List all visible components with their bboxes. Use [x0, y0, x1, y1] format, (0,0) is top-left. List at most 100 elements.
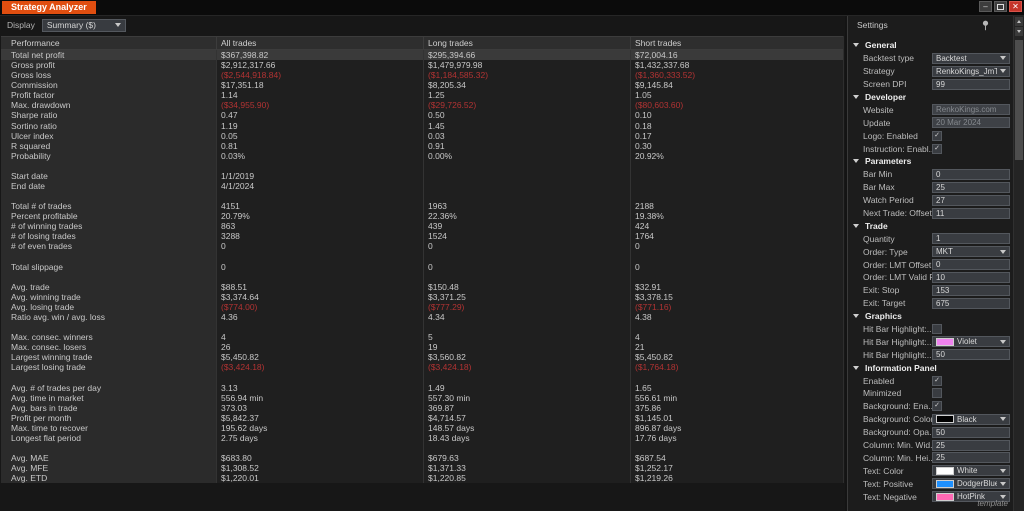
input-field[interactable]: 99 [932, 79, 1010, 90]
table-row[interactable]: # of winning trades863439424 [1, 221, 843, 231]
row-label: Avg. winning trade [1, 292, 216, 302]
table-row[interactable]: Probability0.03%0.00%20.92% [1, 151, 843, 161]
table-row[interactable]: # of even trades000 [1, 241, 843, 251]
input-field[interactable]: 0 [932, 169, 1010, 180]
settings-section-trade[interactable]: Trade [848, 219, 1014, 232]
dropdown[interactable]: RenkoKings_JmTR [932, 66, 1010, 77]
dropdown-value: White [957, 466, 997, 475]
scrollbar-down-icon[interactable] [1015, 27, 1023, 36]
row-value-short: 375.86 [630, 403, 843, 413]
table-row[interactable]: # of losing trades328815241764 [1, 231, 843, 241]
table-row[interactable]: Start date1/1/2019 [1, 171, 843, 181]
column-header-short-trades[interactable]: Short trades [630, 37, 843, 49]
table-row[interactable]: Total # of trades415119632188 [1, 201, 843, 211]
settings-section-information-panel[interactable]: Information Panel [848, 361, 1014, 374]
color-swatch [936, 480, 954, 488]
row-value-all: ($2,544,918.84) [216, 70, 423, 80]
input-field[interactable]: 50 [932, 427, 1010, 438]
dropdown[interactable]: White [932, 465, 1010, 476]
table-row[interactable]: Avg. losing trade($774.00)($777.29)($771… [1, 302, 843, 312]
column-header-all-trades[interactable]: All trades [216, 37, 423, 49]
settings-section-developer[interactable]: Developer [848, 91, 1014, 104]
input-field[interactable]: 10 [932, 272, 1010, 283]
restore-button[interactable] [994, 1, 1007, 12]
checkbox[interactable]: ✓ [932, 376, 942, 386]
table-row[interactable]: Gross profit$2,912,317.66$1,479,979.98$1… [1, 60, 843, 70]
row-value-short: 1764 [630, 231, 843, 241]
table-row[interactable]: Max. time to recover195.62 days148.57 da… [1, 423, 843, 433]
window-tab-strategy-analyzer[interactable]: Strategy Analyzer [2, 1, 96, 14]
scrollbar-thumb[interactable] [1015, 40, 1023, 160]
table-row[interactable]: Avg. MAE$683.80$679.63$687.54 [1, 453, 843, 463]
table-row[interactable]: Max. consec. losers261921 [1, 342, 843, 352]
section-label: General [865, 40, 897, 50]
checkbox[interactable] [932, 324, 942, 334]
table-row[interactable]: Longest flat period2.75 days18.43 days17… [1, 433, 843, 443]
table-row[interactable]: Percent profitable20.79%22.36%19.38% [1, 211, 843, 221]
input-field[interactable]: 25 [932, 440, 1010, 451]
scrollbar-up-icon[interactable] [1015, 17, 1023, 26]
input-field[interactable]: 50 [932, 349, 1010, 360]
input-field[interactable]: 11 [932, 208, 1010, 219]
column-header-long-trades[interactable]: Long trades [423, 37, 630, 49]
table-row[interactable]: Gross loss($2,544,918.84)($1,184,585.32)… [1, 70, 843, 80]
table-row[interactable]: Largest winning trade$5,450.82$3,560.82$… [1, 352, 843, 362]
setting-label: Update [848, 118, 932, 128]
input-field[interactable]: 1 [932, 233, 1010, 244]
table-row[interactable]: Total net profit$367,398.82$295,394.66$7… [1, 50, 843, 60]
row-value-all: ($34,955.90) [216, 100, 423, 110]
chevron-down-icon [115, 23, 121, 27]
table-row[interactable]: Avg. time in market556.94 min557.30 min5… [1, 393, 843, 403]
table-row[interactable]: Ulcer index0.050.030.17 [1, 131, 843, 141]
settings-section-general[interactable]: General [848, 39, 1014, 52]
template-link[interactable]: template [977, 499, 1008, 508]
table-row[interactable]: Avg. # of trades per day3.131.491.65 [1, 383, 843, 393]
checkbox[interactable]: ✓ [932, 401, 942, 411]
checkbox[interactable]: ✓ [932, 131, 942, 141]
table-row[interactable]: Avg. winning trade$3,374.64$3,371.25$3,3… [1, 292, 843, 302]
table-row[interactable]: Avg. trade$88.51$150.48$32.91 [1, 282, 843, 292]
display-select[interactable]: Summary ($) [42, 19, 126, 32]
checkbox[interactable]: ✓ [932, 144, 942, 154]
table-row[interactable]: Avg. bars in trade373.03369.87375.86 [1, 403, 843, 413]
table-row[interactable]: Total slippage000 [1, 262, 843, 272]
table-row[interactable]: Max. drawdown($34,955.90)($29,726.52)($8… [1, 100, 843, 110]
pin-icon[interactable] [981, 20, 990, 31]
table-row[interactable]: End date4/1/2024 [1, 181, 843, 191]
checkbox[interactable] [932, 388, 942, 398]
dropdown[interactable]: Violet [932, 336, 1010, 347]
table-row[interactable]: Profit per month$5,842.37$4,714.57$1,145… [1, 413, 843, 423]
dropdown[interactable]: Backtest [932, 53, 1010, 64]
table-row[interactable]: Sharpe ratio0.470.500.10 [1, 110, 843, 120]
input-field[interactable]: 153 [932, 285, 1010, 296]
input-field[interactable]: 675 [932, 298, 1010, 309]
section-label: Developer [865, 92, 906, 102]
table-row[interactable]: Avg. ETD$1,220.01$1,220.85$1,219.26 [1, 473, 843, 483]
setting-control: Backtest [932, 53, 1010, 64]
column-header-performance[interactable]: Performance [1, 37, 216, 49]
settings-section-graphics[interactable]: Graphics [848, 310, 1014, 323]
dropdown[interactable]: DodgerBlue [932, 478, 1010, 489]
dropdown[interactable]: MKT [932, 246, 1010, 257]
minimize-button[interactable]: – [979, 1, 992, 12]
close-button[interactable]: ✕ [1009, 1, 1022, 12]
table-row[interactable]: Commission$17,351.18$8,205.34$9,145.84 [1, 80, 843, 90]
table-row[interactable]: Largest losing trade($3,424.18)($3,424.1… [1, 362, 843, 372]
table-row[interactable]: Profit factor1.141.251.05 [1, 90, 843, 100]
input-field[interactable]: 0 [932, 259, 1010, 270]
row-value-long: 1524 [423, 231, 630, 241]
settings-scrollbar[interactable] [1013, 16, 1024, 511]
table-row[interactable]: Sortino ratio1.191.450.18 [1, 121, 843, 131]
table-row[interactable]: Ratio avg. win / avg. loss4.364.344.38 [1, 312, 843, 322]
settings-section-parameters[interactable]: Parameters [848, 155, 1014, 168]
setting-control: ✓ [932, 131, 1010, 141]
input-field[interactable]: 25 [932, 182, 1010, 193]
dropdown[interactable]: Black [932, 414, 1010, 425]
table-row[interactable]: Avg. MFE$1,308.52$1,371.33$1,252.17 [1, 463, 843, 473]
input-field[interactable]: 25 [932, 452, 1010, 463]
table-row[interactable]: Max. consec. winners454 [1, 332, 843, 342]
settings-row-bar-max: Bar Max25 [848, 181, 1014, 194]
table-row[interactable]: R squared0.810.910.30 [1, 141, 843, 151]
row-value-short: 4 [630, 332, 843, 342]
input-field[interactable]: 27 [932, 195, 1010, 206]
